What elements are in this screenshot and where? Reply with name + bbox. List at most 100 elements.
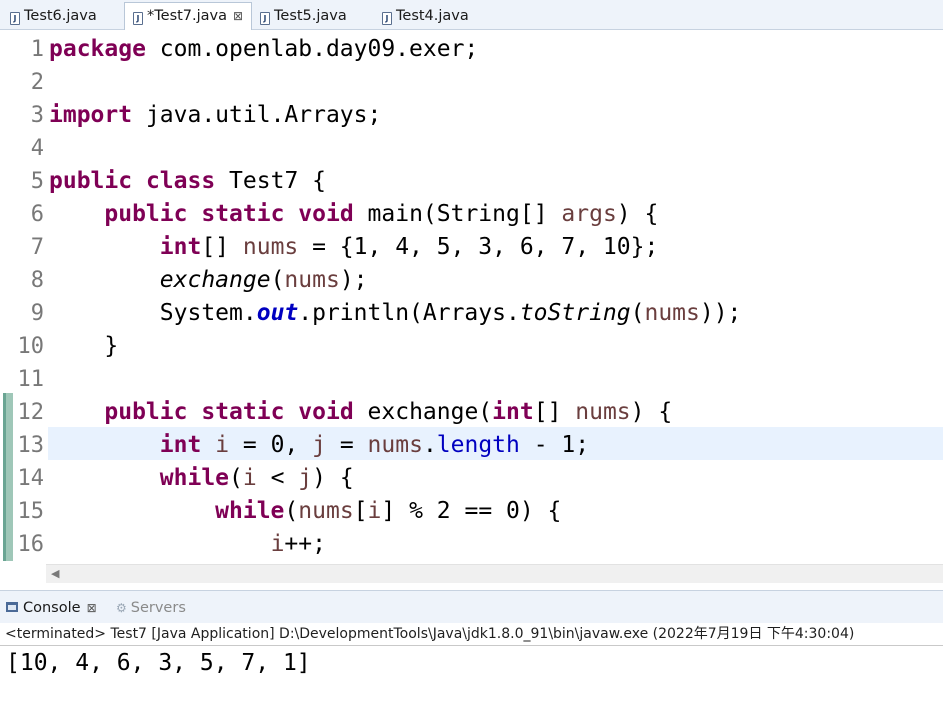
parameter: nums: [367, 432, 423, 458]
horizontal-scrollbar[interactable]: ◀: [46, 564, 943, 583]
console-icon: [6, 602, 18, 612]
code-text[interactable]: package com.openlab.day09.exer; import j…: [49, 33, 741, 561]
local-variable: i: [242, 465, 257, 491]
keyword: void: [298, 399, 354, 425]
code-text-span: .println(Arrays.: [298, 300, 520, 326]
line-number: 10: [17, 334, 45, 359]
code-line[interactable]: [49, 363, 741, 396]
code-text-span: ] % 2 == 0) {: [381, 498, 562, 524]
divider: [0, 645, 943, 646]
servers-icon: ⚙: [116, 601, 127, 615]
tab-label: Test4.java: [396, 8, 469, 24]
code-line[interactable]: exchange(nums);: [49, 264, 741, 297]
code-text-span: main(String[]: [353, 201, 562, 227]
local-variable: nums: [644, 300, 700, 326]
local-variable: j: [312, 432, 326, 458]
code-text-span: ));: [699, 300, 742, 326]
console-tab-bar: Console ⊠ ⚙ Servers: [0, 591, 943, 623]
code-text-span: System.: [159, 300, 257, 326]
code-line[interactable]: while(nums[i] % 2 == 0) {: [49, 495, 741, 528]
code-line[interactable]: }: [49, 330, 741, 363]
java-file-icon: J: [382, 12, 392, 25]
code-text-span: <: [256, 465, 299, 491]
code-text-span: []: [201, 234, 243, 260]
line-number-ruler: 1 2 3 4 5 6 7 8 9 10 11 12 13 14 15 16: [0, 33, 46, 561]
keyword: class: [145, 168, 216, 194]
tab-label: Console: [23, 600, 81, 616]
line-number: 9: [30, 301, 44, 326]
static-method-call: exchange: [159, 267, 271, 293]
code-text-span: []: [533, 399, 576, 425]
keyword: while: [159, 465, 230, 491]
code-line-current[interactable]: int i = 0, j = nums.length - 1;: [49, 429, 741, 462]
code-line[interactable]: import java.util.Arrays;: [49, 99, 741, 132]
code-text-span: [201, 432, 215, 458]
tab-label: Test6.java: [24, 8, 97, 24]
line-number: 15: [17, 499, 45, 524]
code-line[interactable]: int[] nums = {1, 4, 5, 3, 6, 7, 10};: [49, 231, 741, 264]
code-line[interactable]: package com.openlab.day09.exer;: [49, 33, 741, 66]
parameter: nums: [298, 498, 354, 524]
tab-label: Servers: [130, 600, 186, 616]
keyword: public: [104, 201, 188, 227]
code-line[interactable]: while(i < j) {: [49, 462, 741, 495]
code-line[interactable]: System.out.println(Arrays.toString(nums)…: [49, 297, 742, 330]
code-text-span: .: [422, 432, 437, 458]
static-method-call: toString: [519, 300, 631, 326]
local-variable: nums: [242, 234, 299, 260]
line-number: 13: [17, 433, 45, 458]
ruler-corner: [0, 564, 46, 583]
local-variable: i: [367, 498, 382, 524]
java-file-icon: J: [133, 12, 143, 25]
tab-console[interactable]: Console ⊠: [6, 598, 97, 618]
line-number: 11: [17, 367, 45, 392]
line-number: 12: [17, 400, 45, 425]
local-variable: i: [270, 531, 285, 557]
keyword: import: [49, 102, 133, 128]
code-line[interactable]: public class Test7 {: [49, 165, 741, 198]
code-text-span: - 1;: [519, 432, 590, 458]
code-text-span: Test7 {: [215, 168, 326, 194]
keyword: static: [201, 399, 285, 425]
close-icon[interactable]: ⊠: [87, 598, 97, 618]
line-number: 7: [30, 235, 44, 260]
close-icon[interactable]: ⊠: [233, 3, 243, 29]
line-number: 5: [30, 169, 44, 194]
code-text-span: (: [630, 300, 645, 326]
code-text-span: (: [284, 498, 299, 524]
scroll-left-icon[interactable]: ◀: [51, 568, 59, 580]
code-line[interactable]: [49, 66, 741, 99]
code-line[interactable]: i++;: [49, 528, 741, 561]
keyword: int: [159, 432, 202, 458]
line-number: 3: [30, 103, 44, 128]
field: length: [436, 432, 520, 458]
code-line[interactable]: [49, 132, 741, 165]
code-text-span: java.util.Arrays;: [132, 102, 382, 128]
tab-test7[interactable]: J *Test7.java ⊠: [124, 2, 252, 30]
console-output[interactable]: [10, 4, 6, 3, 5, 7, 1]: [6, 647, 311, 679]
keyword: void: [298, 201, 354, 227]
console-panel: Console ⊠ ⚙ Servers <terminated> Test7 [Ja…: [0, 590, 943, 710]
code-line[interactable]: public static void exchange(int[] nums) …: [49, 396, 741, 429]
keyword: public: [104, 399, 188, 425]
local-variable: nums: [284, 267, 340, 293]
tab-servers[interactable]: ⚙ Servers: [116, 598, 186, 618]
parameter: args: [561, 201, 617, 227]
line-number: 2: [30, 70, 44, 95]
tab-label: *Test7.java: [147, 8, 228, 24]
tab-label: Test5.java: [274, 8, 347, 24]
java-file-icon: J: [260, 12, 270, 25]
code-line[interactable]: public static void main(String[] args) {: [49, 198, 741, 231]
line-number: 16: [17, 532, 45, 557]
parameter: nums: [575, 399, 631, 425]
tab-test5[interactable]: J Test5.java: [252, 3, 347, 29]
code-editor[interactable]: 1 2 3 4 5 6 7 8 9 10 11 12 13 14 15 16 p…: [0, 31, 943, 564]
code-text-span: ) {: [630, 399, 673, 425]
tab-test6[interactable]: J Test6.java: [2, 3, 97, 29]
code-text-span: ++;: [284, 531, 326, 557]
tab-test4[interactable]: J Test4.java: [374, 3, 469, 29]
